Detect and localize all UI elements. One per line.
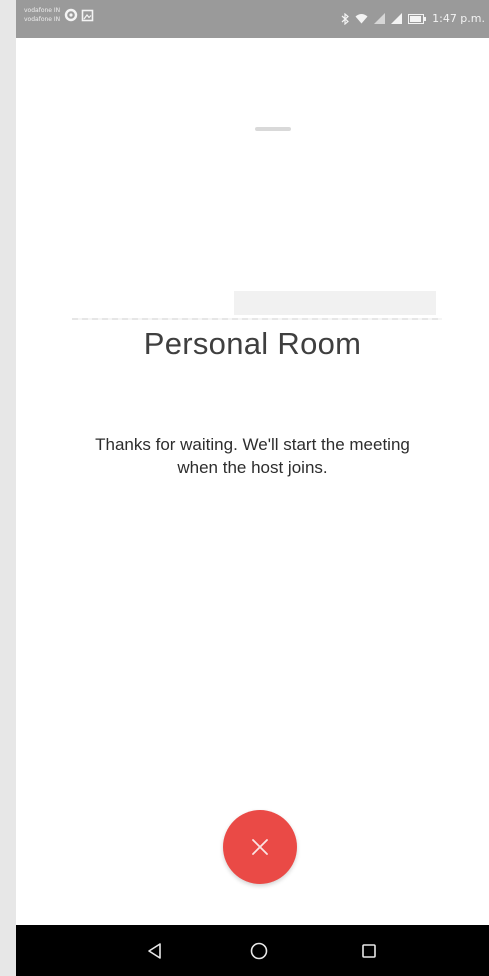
leave-meeting-button[interactable] — [223, 810, 297, 884]
carrier-label: vodafone IN — [24, 7, 61, 14]
nav-home-button[interactable] — [244, 936, 274, 966]
host-avatar-placeholder — [255, 127, 291, 131]
meeting-title: Personal Room — [143, 326, 362, 361]
carrier-label: vodafone IN — [24, 16, 61, 23]
carrier-info: vodafone IN vodafone IN — [24, 6, 60, 24]
nav-home-icon — [249, 941, 269, 961]
status-left: vodafone IN vodafone IN — [24, 6, 97, 24]
bluetooth-icon — [341, 12, 350, 25]
system-navigation-bar — [16, 925, 489, 976]
signal-icon — [391, 13, 403, 24]
nav-back-icon — [146, 942, 164, 960]
waiting-message: Thanks for waiting. We'll start the meet… — [95, 435, 410, 477]
battery-icon — [408, 13, 427, 24]
nav-back-button[interactable] — [140, 936, 170, 966]
status-right: 1:47 p.m. — [335, 12, 485, 25]
app-screen: vodafone IN vodafone IN 1:47 p.m. Person… — [16, 0, 489, 976]
host-name-placeholder — [234, 291, 436, 315]
nav-recents-button[interactable] — [354, 936, 384, 966]
host-name-underline — [72, 318, 442, 320]
close-icon — [251, 838, 269, 856]
status-time: 1:47 p.m. — [432, 12, 485, 25]
image-notification-icon — [81, 9, 94, 22]
sync-notification-icon — [64, 8, 78, 22]
nav-recents-icon — [360, 942, 378, 960]
signal-icon — [374, 13, 386, 24]
wifi-icon — [355, 13, 368, 24]
status-bar: vodafone IN vodafone IN 1:47 p.m. — [16, 0, 489, 38]
